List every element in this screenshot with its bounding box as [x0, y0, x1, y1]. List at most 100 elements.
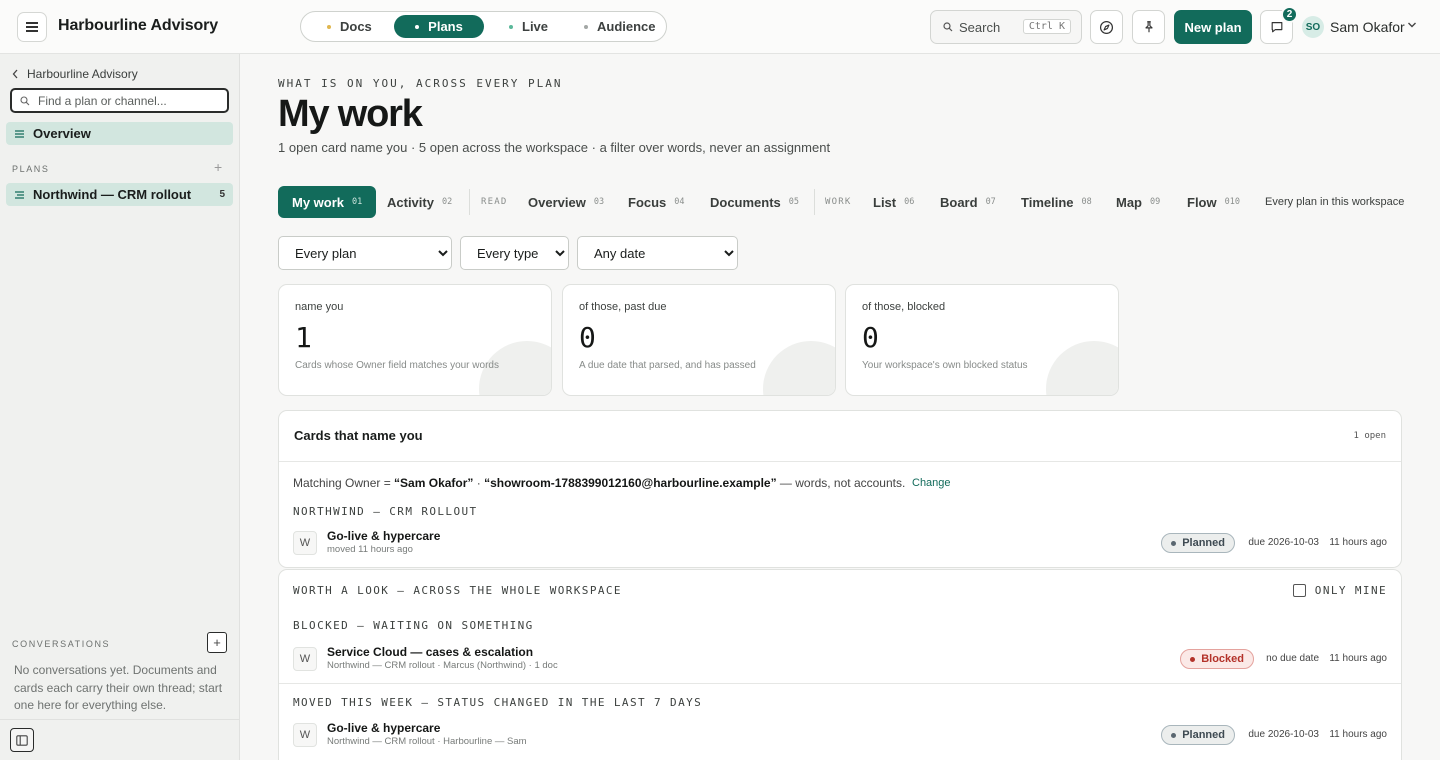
date-filter-select[interactable]: Any date: [577, 236, 738, 270]
conversations-empty-text: No conversations yet. Documents and card…: [14, 663, 223, 712]
tab-activity[interactable]: Activity 02: [387, 186, 452, 218]
list-item[interactable]: W Service Cloud — cases & escalation Nor…: [293, 644, 1387, 674]
tab-overview[interactable]: Overview 03: [528, 186, 604, 218]
tab-focus[interactable]: Focus 04: [628, 186, 685, 218]
tab-documents[interactable]: Documents 05: [710, 186, 799, 218]
search-icon: [943, 22, 953, 32]
card-initial: W: [293, 647, 317, 671]
chevron-left-icon: [12, 69, 18, 79]
workspace-back-link[interactable]: Harbourline Advisory: [12, 67, 138, 81]
plus-icon: +: [213, 635, 221, 650]
page-subtitle: 1 open card name you · 5 open across the…: [278, 140, 831, 155]
sidebar-item-overview[interactable]: Overview: [6, 122, 233, 145]
pin-icon: [1144, 21, 1153, 33]
timestamp: 11 hours ago: [1329, 537, 1387, 548]
plan-group-heading: NORTHWIND — CRM ROLLOUT: [293, 505, 478, 518]
add-conversation-button[interactable]: +: [207, 632, 227, 653]
tab-my-work[interactable]: My work 01: [278, 186, 377, 218]
card-subtitle: Northwind — CRM rollout · Harbourline — …: [327, 736, 527, 747]
workspace-name: Harbourline Advisory: [58, 17, 219, 34]
docs-dot-icon: [327, 24, 331, 29]
sidebar-item-plan[interactable]: Northwind — CRM rollout 5: [6, 183, 233, 206]
plans-heading: PLANS: [12, 164, 50, 174]
tab-group-work: WORK: [825, 197, 852, 207]
change-owner-link[interactable]: Change: [912, 477, 951, 489]
stack-icon: [15, 129, 24, 138]
sidebar-search-input[interactable]: [10, 88, 229, 113]
collapse-sidebar-button[interactable]: [10, 728, 34, 752]
user-name[interactable]: Sam Okafor: [1330, 19, 1405, 35]
menu-button[interactable]: [17, 12, 47, 42]
plan-count: 5: [219, 189, 225, 200]
tab-flow[interactable]: Flow 010: [1187, 186, 1240, 218]
new-plan-button[interactable]: New plan: [1174, 10, 1252, 44]
status-badge: Planned: [1161, 725, 1235, 745]
tab-group-read: READ: [481, 197, 508, 207]
card-title: Go-live & hypercare: [327, 529, 441, 543]
due-date: due 2026-10-03: [1248, 729, 1319, 740]
stat-card-blocked: of those, blocked 0 Your workspace's own…: [845, 284, 1119, 396]
card-title: Service Cloud — cases & escalation: [327, 645, 534, 659]
plan-filter-select[interactable]: Every plan: [278, 236, 452, 270]
search-shortcut: Ctrl K: [1022, 19, 1071, 34]
divider: [279, 683, 1401, 684]
card-initial: W: [293, 531, 317, 555]
moved-heading: MOVED THIS WEEK — STATUS CHANGED IN THE …: [293, 696, 703, 709]
sidebar-footer: [0, 719, 239, 760]
plans-dot-icon: [415, 24, 420, 29]
messages-count-badge: 2: [1281, 6, 1298, 23]
card-subtitle: Northwind — CRM rollout · Marcus (Northw…: [327, 660, 558, 671]
tab-divider: [469, 189, 470, 215]
mode-plans[interactable]: Plans: [394, 15, 484, 38]
timestamp: 11 hours ago: [1329, 729, 1387, 740]
explore-button[interactable]: [1090, 10, 1123, 44]
due-date: due 2026-10-03: [1248, 537, 1319, 548]
mode-docs[interactable]: Docs: [321, 15, 391, 38]
search-button[interactable]: Search Ctrl K: [930, 10, 1082, 44]
add-plan-icon[interactable]: +: [214, 159, 222, 175]
chevron-down-icon[interactable]: [1407, 21, 1417, 29]
type-filter-select[interactable]: Every type: [460, 236, 569, 270]
blocked-heading: BLOCKED — WAITING ON SOMETHING: [293, 619, 534, 632]
card-initial: W: [293, 723, 317, 747]
conversations-heading: CONVERSATIONS: [12, 639, 111, 649]
page-eyebrow: WHAT IS ON YOU, ACROSS EVERY PLAN: [278, 77, 563, 90]
panel-header: Cards that name you 1 open: [279, 411, 1401, 462]
sidebar: Harbourline Advisory Overview PLANS + No…: [0, 54, 240, 760]
list-item[interactable]: W Go-live & hypercare Northwind — CRM ro…: [293, 720, 1387, 750]
stat-card-name-you: name you 1 Cards whose Owner field match…: [278, 284, 552, 396]
mode-audience[interactable]: Audience: [578, 15, 668, 38]
status-badge: Planned: [1161, 533, 1235, 553]
search-icon: [20, 96, 30, 106]
decorative-circle: [1046, 341, 1118, 395]
sidebar-toggle-icon: [16, 734, 28, 746]
cards-that-name-you-panel: Cards that name you 1 open Matching Owne…: [278, 410, 1402, 568]
card-subtitle: moved 11 hours ago: [327, 544, 413, 555]
top-bar: Harbourline Advisory Docs Plans Live Aud…: [0, 0, 1440, 54]
panel-heading: WORTH A LOOK — ACROSS THE WHOLE WORKSPAC…: [293, 584, 622, 597]
avatar[interactable]: SO: [1302, 16, 1324, 38]
checkbox[interactable]: [1292, 584, 1306, 597]
chat-icon: [1271, 22, 1282, 33]
decorative-circle: [763, 341, 835, 395]
hamburger-icon: [26, 23, 38, 31]
list-item[interactable]: W Go-live & hypercare moved 11 hours ago…: [293, 528, 1387, 558]
audience-dot-icon: [584, 24, 588, 29]
only-mine-toggle[interactable]: ONLY MINE: [1292, 584, 1387, 597]
tab-map[interactable]: Map 09: [1116, 186, 1160, 218]
tab-list[interactable]: List 06: [873, 186, 914, 218]
due-date: no due date: [1266, 653, 1319, 664]
scope-label[interactable]: Every plan in this workspace: [1265, 196, 1404, 208]
card-title: Go-live & hypercare: [327, 721, 441, 735]
mode-switcher: Docs Plans Live Audience: [300, 11, 667, 42]
list-icon: [15, 190, 24, 199]
tab-board[interactable]: Board 07: [940, 186, 996, 218]
status-badge: Blocked: [1180, 649, 1254, 669]
tab-timeline[interactable]: Timeline 08: [1021, 186, 1092, 218]
pin-button[interactable]: [1132, 10, 1165, 44]
mode-live[interactable]: Live: [501, 15, 571, 38]
page-title: My work: [278, 93, 423, 135]
tab-divider: [814, 189, 815, 215]
compass-icon: [1099, 20, 1114, 34]
stat-card-past-due: of those, past due 0 A due date that par…: [562, 284, 836, 396]
